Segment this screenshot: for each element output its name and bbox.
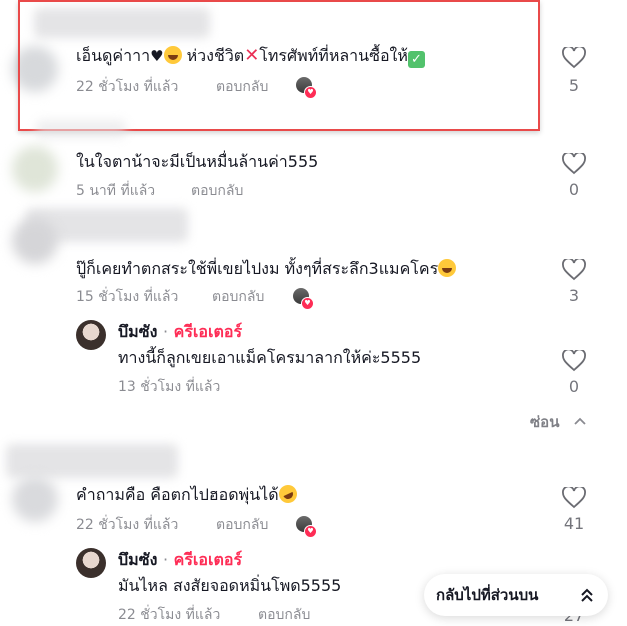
- heart-outline-icon[interactable]: [562, 350, 586, 372]
- creator-badge: ครีเอเตอร์: [173, 322, 243, 341]
- reply-author: บึมซัง · ครีเอเตอร์: [118, 322, 243, 341]
- reply-button[interactable]: ตอบกลับ: [258, 606, 310, 624]
- heart-outline-icon[interactable]: [562, 259, 586, 281]
- reply-button[interactable]: ตอบกลับ: [212, 288, 264, 306]
- blurred-username: [6, 444, 178, 478]
- avatar[interactable]: [12, 146, 58, 192]
- comment-text: คำถามคือ คือตกไปฮอดพุ่นได้: [76, 482, 300, 506]
- like-count: 0: [568, 180, 580, 199]
- creator-liked-icon: ♥: [293, 288, 314, 310]
- reply-author: บึมซัง · ครีเอเตอร์: [118, 550, 243, 569]
- like-count: 0: [568, 377, 580, 396]
- avatar[interactable]: [12, 218, 58, 264]
- like-count: 5: [568, 76, 580, 95]
- hide-label[interactable]: ซ่อน: [530, 412, 559, 432]
- reply-text: มันไหล สงสัยจอดหมิ่นโพด5555: [118, 576, 342, 595]
- reply-button[interactable]: ตอบกลับ: [191, 182, 243, 200]
- heart-outline-icon[interactable]: [562, 153, 586, 175]
- heart-outline-icon[interactable]: [562, 47, 586, 69]
- avatar[interactable]: [12, 476, 58, 522]
- highlight-box: [18, 0, 540, 131]
- back-to-top-label[interactable]: กลับไปที่ส่วนบน: [436, 574, 538, 616]
- double-chevron-up-icon[interactable]: [580, 587, 594, 603]
- blurred-username: [36, 120, 126, 138]
- chevron-up-icon[interactable]: [574, 416, 586, 426]
- reply-button[interactable]: ตอบกลับ: [216, 516, 268, 534]
- reply-text: ทางนี้ก็ลูกเขยเอาแม็คโครมาลากให้ค่ะ5555: [118, 348, 422, 367]
- creator-avatar[interactable]: [76, 548, 106, 578]
- heart-outline-icon[interactable]: [562, 487, 586, 509]
- laughing-emoji-icon: [438, 259, 457, 277]
- comment-time: 15 ชั่วโมง ที่แล้ว: [76, 289, 179, 305]
- comment-time: 5 นาที ที่แล้ว: [76, 183, 156, 199]
- comment-time: 22 ชั่วโมง ที่แล้ว: [76, 517, 179, 533]
- comment-text: ปู๊ก็เคยทำตกสระใช้พี่เขยไปงม ทั้งๆที่สระ…: [76, 258, 457, 280]
- reply-time: 13 ชั่วโมง ที่แล้ว: [118, 379, 221, 395]
- creator-liked-icon: ♥: [296, 516, 317, 538]
- creator-badge: ครีเอเตอร์: [173, 550, 243, 569]
- comment-text: ในใจตาน้าจะมีเป็นหมื่นล้านค่า555: [76, 152, 319, 171]
- rolling-laughing-emoji-icon: [275, 482, 300, 506]
- reply-time: 22 ชั่วโมง ที่แล้ว: [118, 607, 221, 623]
- like-count: 41: [563, 514, 585, 533]
- creator-avatar[interactable]: [76, 320, 106, 350]
- like-count: 3: [568, 286, 580, 305]
- back-to-top-button[interactable]: กลับไปที่ส่วนบน: [424, 574, 608, 616]
